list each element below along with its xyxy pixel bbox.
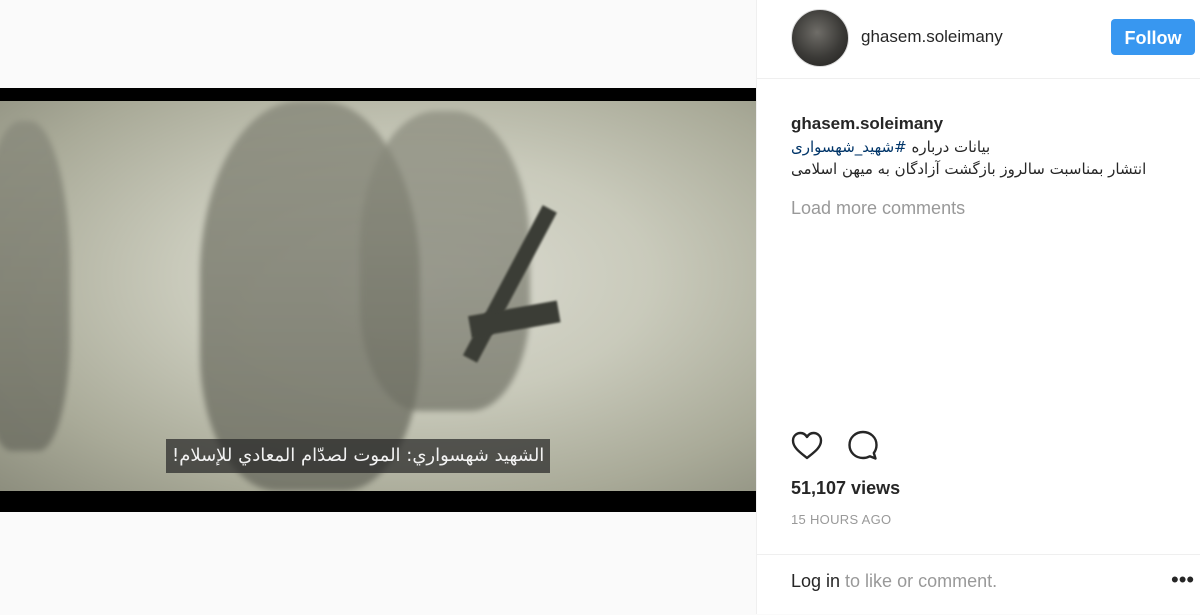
view-count[interactable]: 51,107 views: [791, 478, 900, 499]
video-frame[interactable]: الشهيد شهسواري: الموت لصدّام المعادي للإ…: [0, 101, 756, 491]
video-figure-left: [0, 121, 70, 451]
video-subtitle: الشهيد شهسواري: الموت لصدّام المعادي للإ…: [166, 439, 551, 473]
media-pane: الشهيد شهسواري: الموت لصدّام المعادي للإ…: [0, 0, 756, 614]
action-bar: [789, 428, 909, 464]
login-link[interactable]: Log in: [791, 571, 840, 591]
heart-icon[interactable]: [789, 428, 825, 464]
login-prompt-rest: to like or comment.: [840, 571, 998, 591]
more-options-icon[interactable]: •••: [1171, 569, 1195, 591]
avatar[interactable]: [791, 9, 849, 67]
header-username[interactable]: ghasem.soleimany: [861, 27, 1003, 47]
post-header: ghasem.soleimany Follow: [757, 0, 1200, 79]
caption-username[interactable]: ghasem.soleimany: [791, 112, 1191, 136]
post-sidebar: ghasem.soleimany Follow ghasem.soleimany…: [756, 0, 1200, 614]
video-figure-back: [360, 111, 530, 411]
login-prompt: Log in to like or comment.: [791, 571, 997, 592]
load-more-comments[interactable]: Load more comments: [791, 198, 965, 219]
caption: ghasem.soleimany بیانات درباره #شهید_شهس…: [791, 112, 1191, 180]
caption-hashtag[interactable]: #شهید_شهسواری: [791, 138, 907, 156]
video-player[interactable]: الشهيد شهسواري: الموت لصدّام المعادي للإ…: [0, 88, 756, 512]
login-bar: Log in to like or comment. •••: [757, 554, 1200, 615]
comment-icon[interactable]: [845, 428, 881, 464]
caption-text-1: بیانات درباره: [906, 138, 991, 156]
follow-button[interactable]: Follow: [1111, 19, 1195, 55]
caption-line-1: بیانات درباره #شهید_شهسواری: [791, 136, 1191, 158]
post-timestamp[interactable]: 15 HOURS AGO: [791, 512, 891, 527]
caption-line-2: انتشار بمناسبت سالروز بازگشت آزادگان به …: [791, 160, 1147, 178]
